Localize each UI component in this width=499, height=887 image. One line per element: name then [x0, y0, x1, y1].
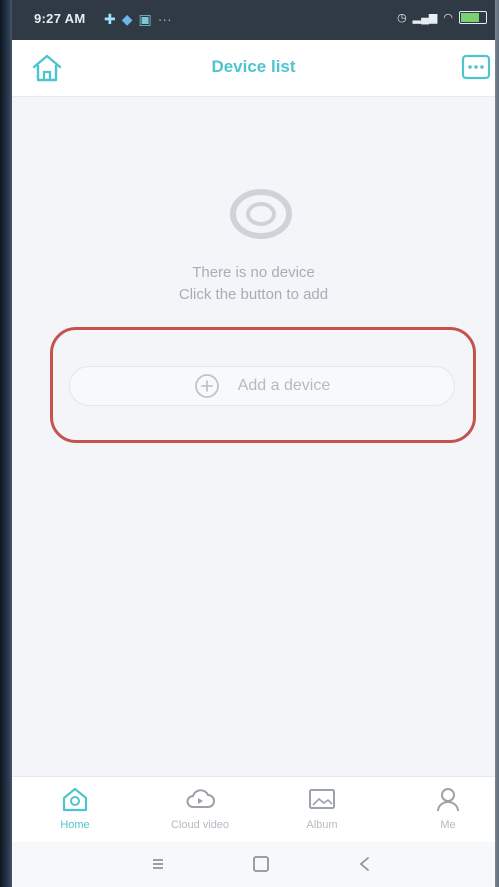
- plus-icon: ✚: [104, 11, 116, 27]
- tab-cloud-video-label: Cloud video: [170, 819, 230, 831]
- battery-icon: [459, 11, 487, 24]
- wifi-icon: ◠: [443, 12, 453, 24]
- tab-cloud-video[interactable]: Cloud video: [155, 785, 245, 831]
- add-device-label: Add a device: [237, 377, 331, 394]
- person-icon: [437, 788, 459, 812]
- shield-icon: ◆: [121, 11, 133, 27]
- system-nav-bar: [12, 842, 495, 887]
- menu-icon[interactable]: [459, 52, 493, 82]
- message-icon: ▣: [138, 11, 152, 27]
- app-header: Device list: [12, 40, 495, 97]
- tab-home[interactable]: Home: [30, 785, 120, 831]
- alarm-icon: ◷: [397, 12, 407, 24]
- plus-circle-icon: [194, 374, 219, 398]
- tab-album-label: Album: [306, 819, 338, 831]
- tab-album[interactable]: Album: [277, 785, 367, 831]
- empty-message-title: There is no device: [192, 264, 315, 281]
- recent-apps-icon[interactable]: [147, 854, 169, 874]
- tab-me[interactable]: Me: [403, 785, 493, 831]
- signal-icon: ▂▄▆: [412, 12, 438, 24]
- home-tab-icon: [62, 787, 88, 812]
- status-time: 9:27 AM: [34, 11, 86, 26]
- page-title: Device list: [211, 57, 296, 76]
- add-device-button[interactable]: Add a device: [69, 366, 455, 406]
- cloud-video-icon: [186, 789, 215, 808]
- more-icon: ···: [157, 11, 172, 27]
- phone-screen: 9:27 AM ✚ ◆ ▣ ··· ◷ ▂▄▆ ◠ Device list Th…: [12, 0, 495, 887]
- camera-lens-icon: [230, 189, 292, 239]
- empty-message-hint: Click the button to add: [178, 286, 329, 303]
- album-icon: [309, 789, 335, 809]
- home-nav-icon[interactable]: [250, 854, 272, 874]
- back-icon[interactable]: [354, 854, 376, 874]
- tab-home-label: Home: [60, 819, 90, 831]
- tab-me-label: Me: [440, 819, 456, 831]
- status-system-icons: ◷ ▂▄▆ ◠: [397, 11, 487, 24]
- status-notifications: ✚ ◆ ▣ ···: [104, 9, 172, 29]
- bottom-tab-bar: Home Cloud video Album Me: [12, 776, 495, 843]
- status-bar: 9:27 AM ✚ ◆ ▣ ··· ◷ ▂▄▆ ◠: [12, 0, 495, 40]
